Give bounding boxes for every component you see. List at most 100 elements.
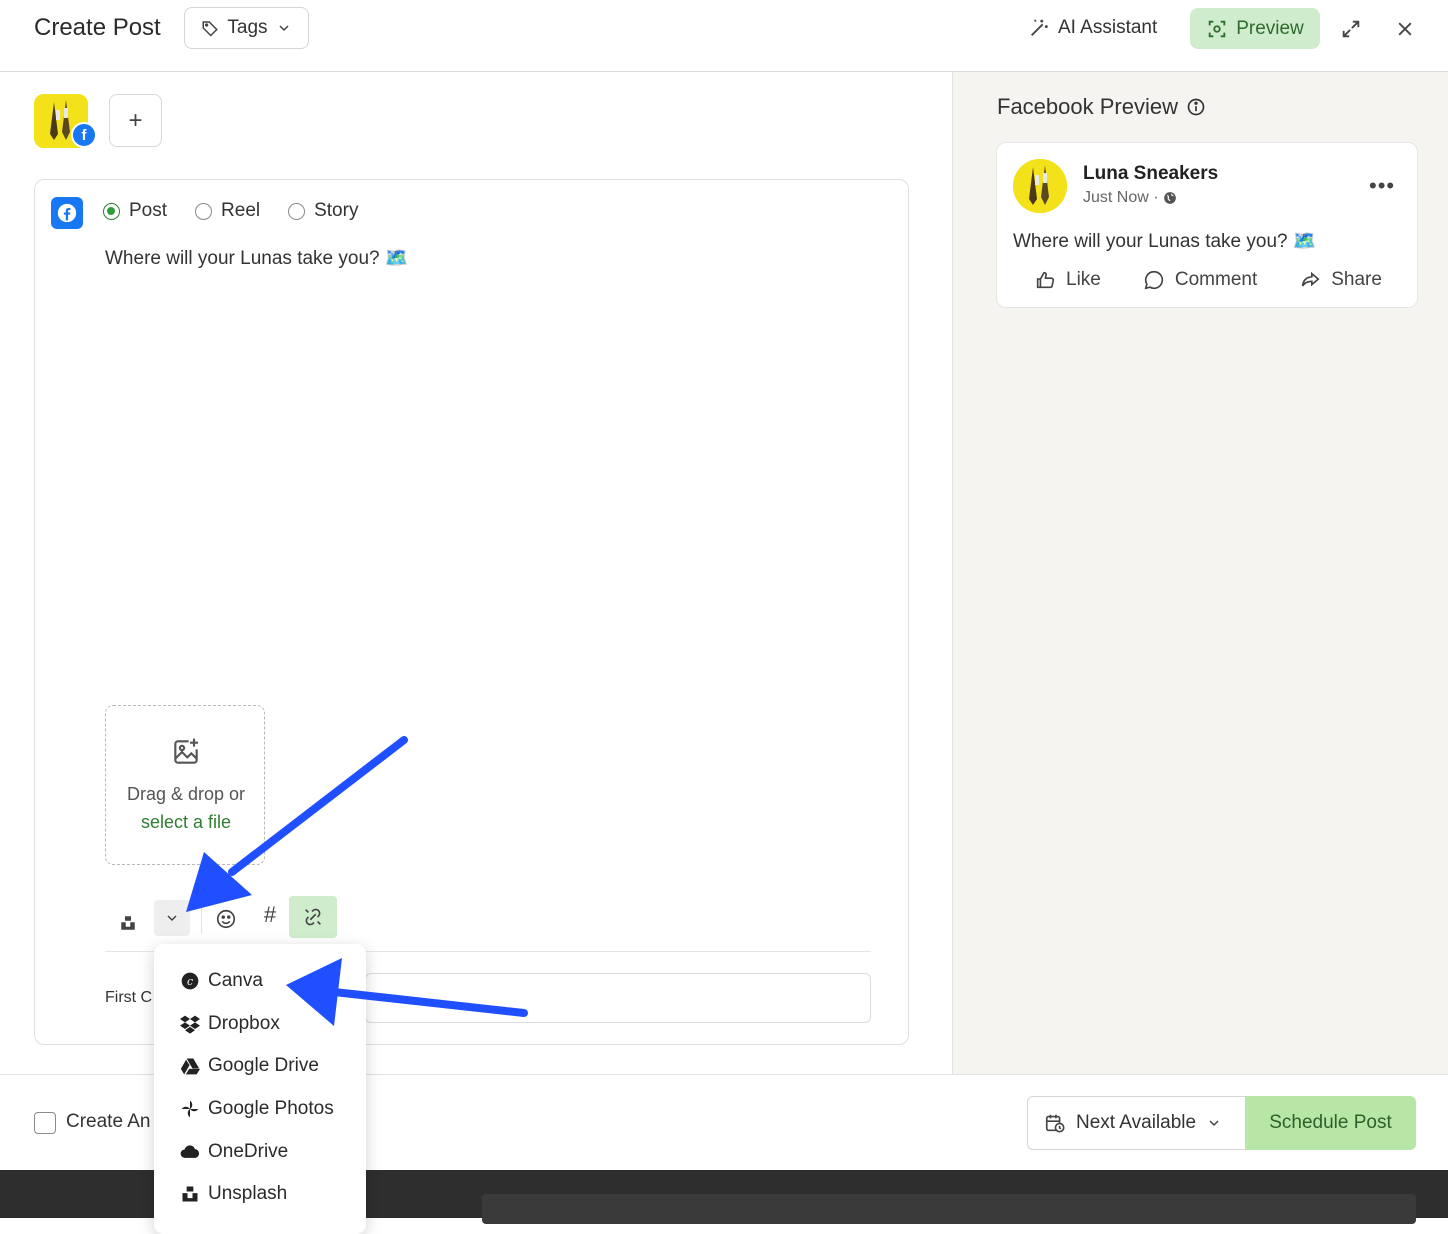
magic-wand-icon — [1031, 19, 1048, 36]
background-panel — [482, 1194, 1416, 1224]
preview-eye-icon — [1208, 20, 1226, 37]
unlink-icon — [305, 908, 321, 926]
expand-button[interactable] — [1338, 16, 1364, 42]
first-comment-label: First C — [105, 989, 153, 1006]
chevron-down-icon — [1209, 1120, 1219, 1127]
menu-item-unsplash[interactable]: Unsplash — [180, 1183, 287, 1205]
menu-item-google-drive[interactable]: Google Drive — [180, 1055, 319, 1077]
upload-source-dropdown-button[interactable] — [154, 900, 190, 936]
onedrive-icon — [180, 1145, 200, 1158]
sneaker-logo-image — [1013, 159, 1067, 213]
dropzone-text: Drag & drop or — [126, 784, 246, 804]
post-type-label: Story — [314, 200, 359, 221]
media-dropzone[interactable]: Drag & drop or select a file — [105, 705, 265, 865]
preview-label: Preview — [1236, 17, 1304, 39]
media-library-button[interactable] — [115, 910, 141, 936]
menu-item-label: Dropbox — [208, 1013, 280, 1034]
preview-post-text: Where will your Lunas take you? 🗺️ — [1013, 231, 1317, 252]
post-type-label: Post — [129, 200, 168, 221]
post-type-selector: Post Reel Story — [103, 200, 358, 222]
menu-item-label: OneDrive — [208, 1141, 289, 1162]
unsplash-icon — [121, 916, 135, 930]
menu-item-label: Google Photos — [208, 1098, 334, 1119]
schedule-post-button[interactable]: Schedule Post — [1245, 1096, 1416, 1150]
preview-action-row: Like Comment Share — [1013, 269, 1403, 291]
ai-assistant-button[interactable]: AI Assistant — [1028, 8, 1157, 48]
page-name: Luna Sneakers — [1083, 163, 1219, 184]
preview-panel: Facebook Preview Luna Sneakers Just Now … — [952, 72, 1448, 1074]
share-label: Share — [1331, 269, 1382, 290]
calendar-clock-icon — [1045, 1114, 1065, 1133]
post-type-story[interactable]: Story — [288, 200, 358, 222]
close-button[interactable] — [1392, 16, 1418, 42]
next-available-label: Next Available — [1076, 1112, 1197, 1133]
select-file-link[interactable]: select a file — [106, 808, 266, 836]
chevron-down-icon — [167, 915, 177, 922]
facebook-icon — [51, 197, 83, 229]
next-available-dropdown[interactable]: Next Available — [1027, 1096, 1245, 1150]
menu-item-label: Google Drive — [208, 1055, 319, 1076]
expand-icon — [1342, 20, 1360, 38]
unsplash-icon — [182, 1186, 198, 1202]
facebook-preview-heading: Facebook Preview — [997, 94, 1206, 120]
canva-icon: c — [181, 972, 199, 990]
info-icon[interactable] — [1186, 97, 1206, 117]
add-account-button[interactable]: + — [109, 94, 162, 147]
post-time-text: Just Now · — [1083, 189, 1159, 206]
menu-item-label: Canva — [208, 970, 263, 991]
tags-label: Tags — [227, 17, 268, 38]
svg-text:c: c — [187, 975, 193, 988]
google-drive-icon — [180, 1058, 200, 1075]
create-another-label: Create An — [66, 1111, 151, 1132]
radio-selected-icon[interactable] — [103, 202, 120, 220]
post-type-post[interactable]: Post — [103, 200, 167, 222]
post-type-reel[interactable]: Reel — [195, 200, 260, 222]
tag-icon — [202, 21, 219, 37]
ai-assistant-label: AI Assistant — [1058, 17, 1158, 38]
create-another-checkbox[interactable] — [34, 1112, 56, 1134]
post-composer: Post Reel Story Where will your Lunas ta… — [34, 179, 909, 1045]
chevron-down-icon — [279, 25, 289, 32]
menu-item-canva[interactable]: c Canva — [180, 970, 263, 992]
hashtag-icon: # — [263, 902, 277, 927]
like-label: Like — [1066, 269, 1101, 290]
radio-icon[interactable] — [195, 202, 213, 220]
menu-item-dropbox[interactable]: Dropbox — [180, 1013, 280, 1035]
globe-icon — [1163, 192, 1176, 204]
comment-bubble-icon — [1144, 270, 1163, 290]
close-icon — [1398, 22, 1412, 36]
share-action: Share — [1299, 269, 1382, 291]
upload-source-menu: c Canva Dropbox Google Drive Google Phot… — [154, 944, 366, 1234]
post-time: Just Now · — [1083, 189, 1177, 207]
more-options-icon[interactable]: ••• — [1369, 173, 1395, 199]
hashtag-button[interactable]: # — [255, 902, 285, 934]
comment-label: Comment — [1174, 269, 1258, 290]
smiley-icon — [216, 909, 236, 929]
add-image-icon — [174, 738, 198, 764]
first-comment-input[interactable] — [365, 973, 871, 1023]
page-avatar — [1013, 159, 1067, 213]
facebook-post-preview-card: Luna Sneakers Just Now · ••• Where will … — [996, 142, 1418, 308]
tags-button[interactable]: Tags — [184, 7, 309, 49]
menu-item-label: Unsplash — [208, 1183, 288, 1204]
plus-icon: + — [128, 106, 143, 134]
preview-button[interactable]: Preview — [1190, 8, 1320, 49]
post-text-editor[interactable]: Where will your Lunas take you? 🗺️ — [105, 246, 409, 270]
post-type-label: Reel — [221, 200, 261, 221]
page-title: Create Post — [34, 14, 161, 41]
radio-icon[interactable] — [288, 202, 306, 220]
dropbox-icon — [180, 1015, 200, 1034]
facebook-badge-icon: f — [71, 122, 97, 148]
menu-item-google-photos[interactable]: Google Photos — [180, 1098, 334, 1120]
like-action: Like — [1034, 269, 1101, 291]
menu-item-onedrive[interactable]: OneDrive — [180, 1141, 288, 1163]
thumbs-up-icon — [1036, 271, 1055, 289]
link-shortener-button[interactable] — [289, 896, 337, 938]
preview-title: Facebook Preview — [997, 94, 1178, 119]
header-bar: Create Post Tags AI Assistant Preview — [0, 0, 1448, 72]
share-arrow-icon — [1302, 271, 1320, 287]
emoji-button[interactable] — [211, 904, 241, 934]
google-photos-icon — [181, 1100, 199, 1118]
toolbar-divider — [201, 904, 202, 934]
comment-action: Comment — [1143, 269, 1257, 291]
